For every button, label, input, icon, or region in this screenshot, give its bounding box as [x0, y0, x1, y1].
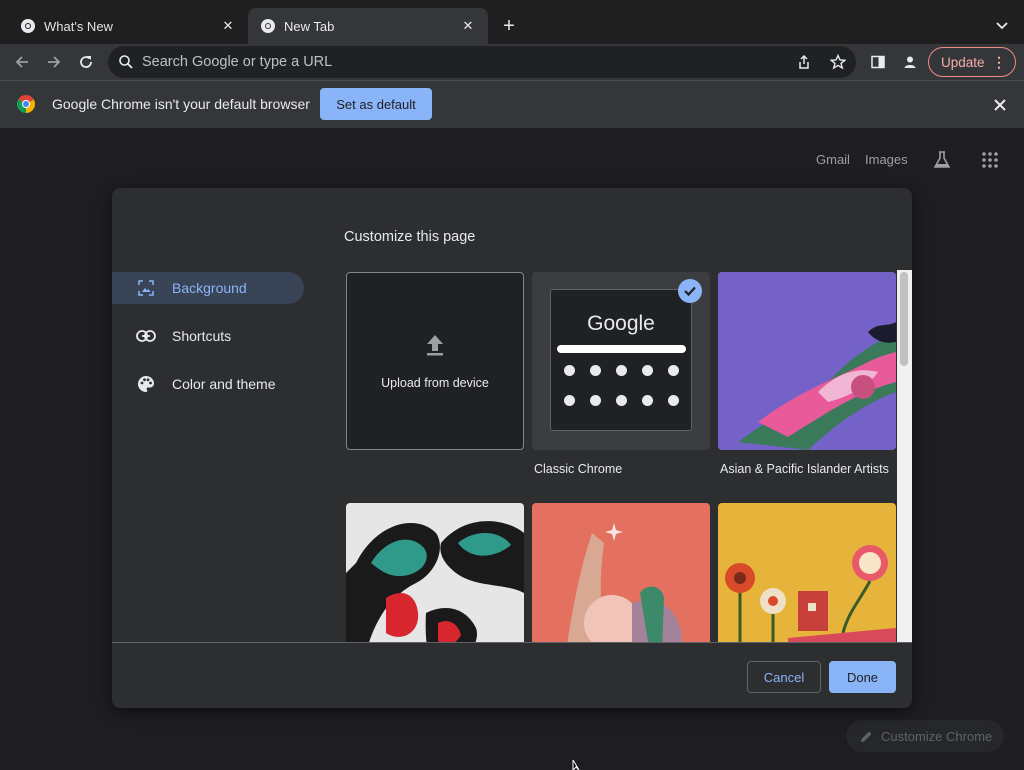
mock-search-bar — [557, 345, 686, 353]
background-tiles-grid: Upload from device Google Classic Chrome… — [344, 270, 904, 642]
forward-arrow-icon[interactable] — [42, 50, 66, 74]
collection-tile-aapi-artists[interactable]: Asian & Pacific Islander Artists — [718, 272, 896, 477]
selected-check-icon — [678, 279, 702, 303]
gmail-link[interactable]: Gmail — [816, 152, 850, 167]
sidebar-item-color-and-theme[interactable]: Color and theme — [112, 368, 304, 400]
mock-shortcut-dot — [616, 395, 627, 406]
apps-grid-icon[interactable] — [978, 148, 1002, 172]
tab-new-tab[interactable]: New Tab ✕ — [248, 8, 488, 44]
mouse-cursor-icon — [572, 760, 580, 770]
done-button[interactable]: Done — [829, 661, 896, 693]
reload-icon[interactable] — [74, 50, 98, 74]
upload-tile-box: Upload from device — [346, 272, 524, 450]
tab-whats-new[interactable]: What's New ✕ — [8, 8, 248, 44]
share-icon[interactable] — [794, 52, 814, 72]
tile-label: Classic Chrome — [534, 462, 623, 476]
chrome-favicon-icon — [260, 18, 276, 34]
profile-avatar-icon[interactable] — [898, 50, 922, 74]
collection-tile-flowers[interactable] — [718, 503, 896, 642]
omnibox-input[interactable] — [142, 54, 742, 70]
bookmark-star-icon[interactable] — [828, 52, 848, 72]
sidebar-item-label: Color and theme — [172, 376, 276, 392]
aapi-artwork-image — [718, 272, 896, 450]
image-icon — [136, 278, 156, 298]
mock-shortcut-dot — [564, 365, 575, 376]
omnibox[interactable] — [108, 46, 856, 78]
mock-shortcut-dot — [616, 365, 627, 376]
tiles-scrollbar[interactable] — [897, 270, 912, 642]
upload-label: Upload from device — [381, 375, 489, 390]
sidebar-item-background[interactable]: Background — [112, 272, 304, 304]
chrome-logo-icon — [16, 95, 36, 113]
sidebar-item-label: Background — [172, 280, 247, 296]
search-icon — [118, 54, 134, 70]
illustration-image — [532, 503, 710, 642]
cancel-button[interactable]: Cancel — [747, 661, 821, 693]
kebab-menu-icon: ⋮ — [992, 54, 1006, 70]
infobar-close-icon[interactable] — [990, 95, 1010, 115]
chrome-favicon-icon — [20, 18, 36, 34]
update-label: Update — [941, 54, 985, 70]
labs-flask-icon[interactable] — [930, 148, 954, 172]
palette-icon — [136, 374, 156, 394]
classic-chrome-preview: Google — [532, 272, 710, 450]
mock-shortcut-dot — [642, 395, 653, 406]
customize-dialog: Customize this page Background Shortcuts… — [112, 188, 912, 708]
native-art-image — [346, 503, 524, 642]
collection-tile-native-art[interactable] — [346, 503, 524, 642]
sidebar-item-shortcuts[interactable]: Shortcuts — [112, 320, 304, 352]
google-logo-text: Google — [587, 312, 655, 335]
mock-shortcut-dot — [668, 365, 679, 376]
dialog-title: Customize this page — [344, 229, 476, 245]
upload-icon — [423, 333, 447, 362]
customize-chrome-label: Customize Chrome — [881, 728, 993, 744]
mock-shortcut-dot — [564, 395, 575, 406]
sidebar-item-label: Shortcuts — [172, 328, 232, 344]
mock-shortcut-dot — [590, 395, 601, 406]
set-as-default-button[interactable]: Set as default — [320, 88, 432, 120]
tab-title: New Tab — [284, 18, 335, 34]
dialog-footer: Cancel Done — [112, 642, 912, 708]
side-panel-icon[interactable] — [866, 50, 890, 74]
classic-chrome-mock-page: Google — [550, 289, 692, 431]
link-icon — [136, 326, 156, 346]
tab-title: What's New — [44, 18, 113, 34]
new-tab-plus-icon[interactable]: + — [497, 14, 521, 38]
tile-label: Asian & Pacific Islander Artists — [720, 462, 889, 476]
flowers-image — [718, 503, 896, 642]
back-arrow-icon[interactable] — [10, 50, 34, 74]
mock-shortcut-dot — [590, 365, 601, 376]
toolbar: Update ⋮ — [0, 44, 1024, 80]
classic-chrome-tile[interactable]: Google Classic Chrome — [532, 272, 710, 477]
images-link[interactable]: Images — [865, 152, 908, 167]
tab-close-icon[interactable]: ✕ — [220, 18, 236, 34]
tab-close-icon[interactable]: ✕ — [460, 18, 476, 34]
collection-tile-illustration[interactable] — [532, 503, 710, 642]
customize-chrome-button[interactable]: Customize Chrome — [846, 720, 1004, 752]
upload-from-device-tile[interactable]: Upload from device — [346, 272, 524, 450]
tab-search-chevron-icon[interactable] — [990, 14, 1014, 38]
tab-strip: What's New ✕ New Tab ✕ + — [0, 0, 1024, 44]
pencil-icon — [860, 730, 873, 743]
default-browser-infobar: Google Chrome isn't your default browser… — [0, 80, 1024, 128]
scrollbar-thumb[interactable] — [900, 272, 908, 366]
update-button[interactable]: Update ⋮ — [928, 47, 1016, 77]
infobar-message: Google Chrome isn't your default browser — [52, 96, 310, 112]
mock-shortcut-dot — [668, 395, 679, 406]
mock-shortcut-dot — [642, 365, 653, 376]
